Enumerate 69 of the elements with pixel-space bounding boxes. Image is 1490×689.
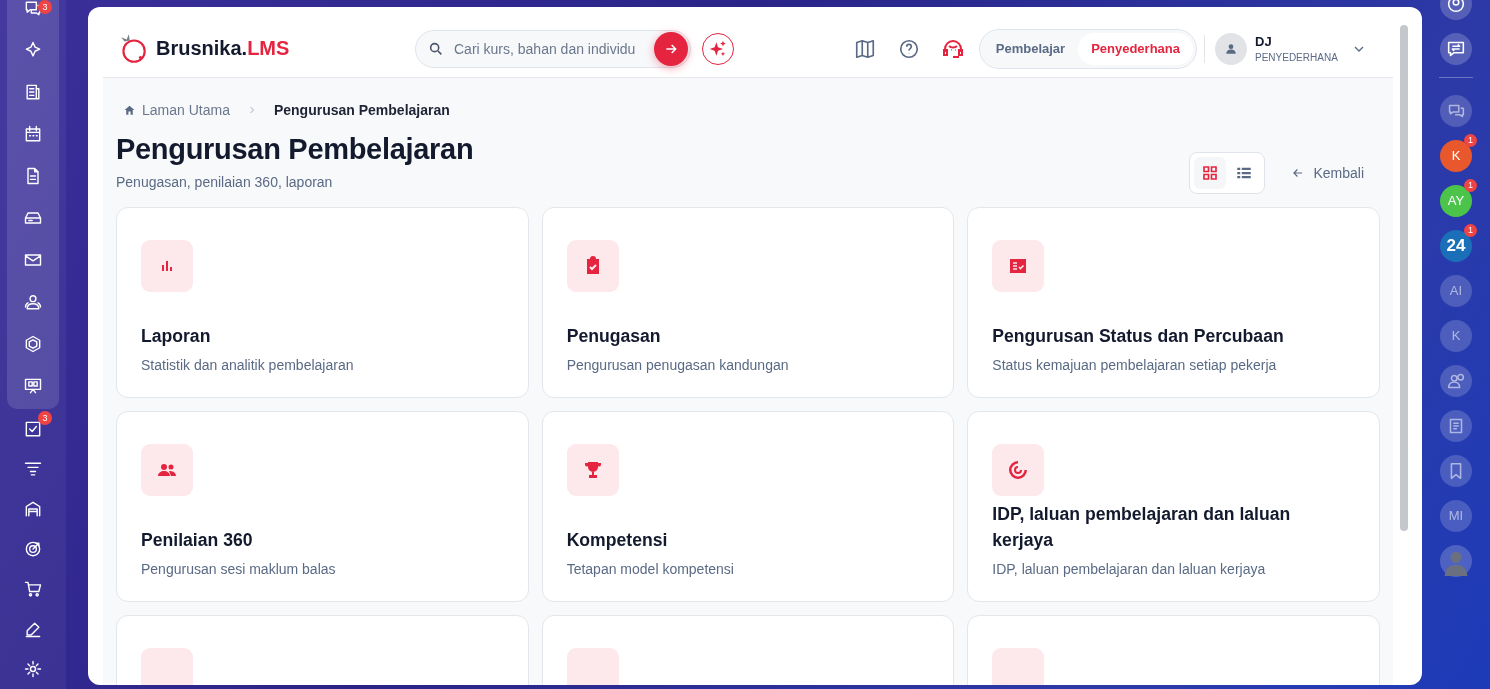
user-avatar[interactable]	[1215, 32, 1247, 65]
newspaper-icon	[23, 82, 43, 102]
home-icon	[123, 103, 136, 117]
card-icon-tile	[141, 648, 193, 685]
scrollbar-thumb[interactable]	[1400, 25, 1408, 531]
card-title: Pengurusan Status dan Percubaan	[992, 324, 1285, 348]
notification-badge: 1	[1464, 224, 1477, 237]
page-title: Pengurusan Pembelajaran	[116, 133, 474, 166]
notification-badge: 1	[1464, 134, 1477, 147]
breadcrumb-link[interactable]: Pengurusan Pembelajaran	[273, 102, 450, 118]
person-icon	[1224, 41, 1238, 56]
garage-icon	[23, 499, 43, 519]
calendar-icon	[23, 124, 43, 144]
card-description: Status kemajuan pembelajaran setiap pekerja	[992, 357, 1278, 373]
checkbox-icon	[23, 419, 43, 439]
search-field[interactable]: Cari kurs, bahan dan individu	[454, 40, 644, 57]
search-bar[interactable]: Cari kurs, bahan dan individu	[415, 29, 691, 68]
notification-badge: 1	[1464, 179, 1477, 192]
role-tab[interactable]: Penyederhana	[1078, 32, 1193, 65]
card-description: Pengurusan sesi maklum balas	[141, 561, 337, 577]
breadcrumb-link[interactable]: Laman Utama	[142, 102, 230, 118]
grid-icon	[1201, 164, 1220, 182]
card-description: Tetapan model kompetensi	[566, 561, 735, 577]
app-logo-text: Brusnika.LMS	[156, 37, 290, 60]
hexagon-icon	[23, 334, 43, 354]
user-name: DJ	[1255, 34, 1273, 49]
card-title: Penugasan	[566, 324, 662, 348]
card-title: Penilaian 360	[141, 528, 254, 552]
card-icon-tile	[992, 648, 1045, 685]
search-icon	[428, 40, 444, 57]
card-title: IDP, laluan pembelajaran dan laluan kerjaya	[992, 503, 1292, 552]
notification-badge: 3	[38, 0, 52, 14]
back-link[interactable]: Kembali	[1291, 165, 1364, 181]
map-icon	[853, 37, 876, 60]
dock-item[interactable]: AI	[1440, 274, 1472, 307]
card-description: IDP, laluan pembelajaran dan laluan kerjaya	[992, 561, 1267, 577]
pen-icon	[23, 619, 43, 639]
dock-item[interactable]	[1440, 32, 1472, 65]
card-title: Kompetensi	[566, 528, 669, 552]
notification-badge: 3	[38, 411, 52, 425]
grid-view-button[interactable]	[1194, 157, 1227, 189]
card-description: Pengurusan penugasan kandungan	[566, 357, 790, 373]
dock-item[interactable]: MI	[1440, 499, 1472, 532]
search-submit-button[interactable]	[654, 31, 688, 66]
module-card[interactable]: Kompetensi Tetapan model kompetensi	[541, 411, 955, 602]
funnel-icon	[23, 459, 43, 479]
dock-item[interactable]	[1440, 454, 1472, 487]
user-role: PENYEDERHANA	[1255, 52, 1339, 63]
role-tab[interactable]: Pembelajar	[982, 32, 1079, 65]
module-card[interactable]: Penugasan Pengurusan penugasan kandungan	[541, 207, 955, 398]
sidebar-item[interactable]: 3	[12, 409, 54, 449]
users-icon	[23, 292, 43, 312]
dock-item[interactable]	[1440, 94, 1472, 127]
help-icon	[897, 37, 920, 60]
card-title: Laporan	[141, 324, 212, 348]
dock-item[interactable]: K	[1440, 319, 1472, 352]
dock-item[interactable]	[1440, 364, 1472, 397]
sidebar-item[interactable]: 3	[12, 0, 54, 29]
card-icon-tile	[566, 648, 619, 685]
module-card[interactable]: Laporan Statistik dan analitik pembelajaran	[116, 207, 529, 398]
chat-icon	[23, 0, 43, 18]
card-description: Statistik dan analitik pembelajaran	[141, 357, 355, 373]
module-card[interactable]: Penilaian 360 Pengurusan sesi maklum balas	[116, 411, 529, 602]
cart-icon	[23, 579, 43, 599]
module-card[interactable]: Pengurusan Status dan Percubaan Status kemajuan pembelajaran setiap pekerja	[967, 207, 1380, 398]
page-subtitle: Penugasan, penilaian 360, laporan	[116, 174, 334, 190]
presentation-icon	[23, 376, 43, 396]
module-card[interactable]: IDP, laluan pembelajaran dan laluan kerjaya IDP, laluan pembelajaran dan laluan kerjaya	[967, 411, 1380, 602]
dock-item[interactable]	[1440, 409, 1472, 442]
